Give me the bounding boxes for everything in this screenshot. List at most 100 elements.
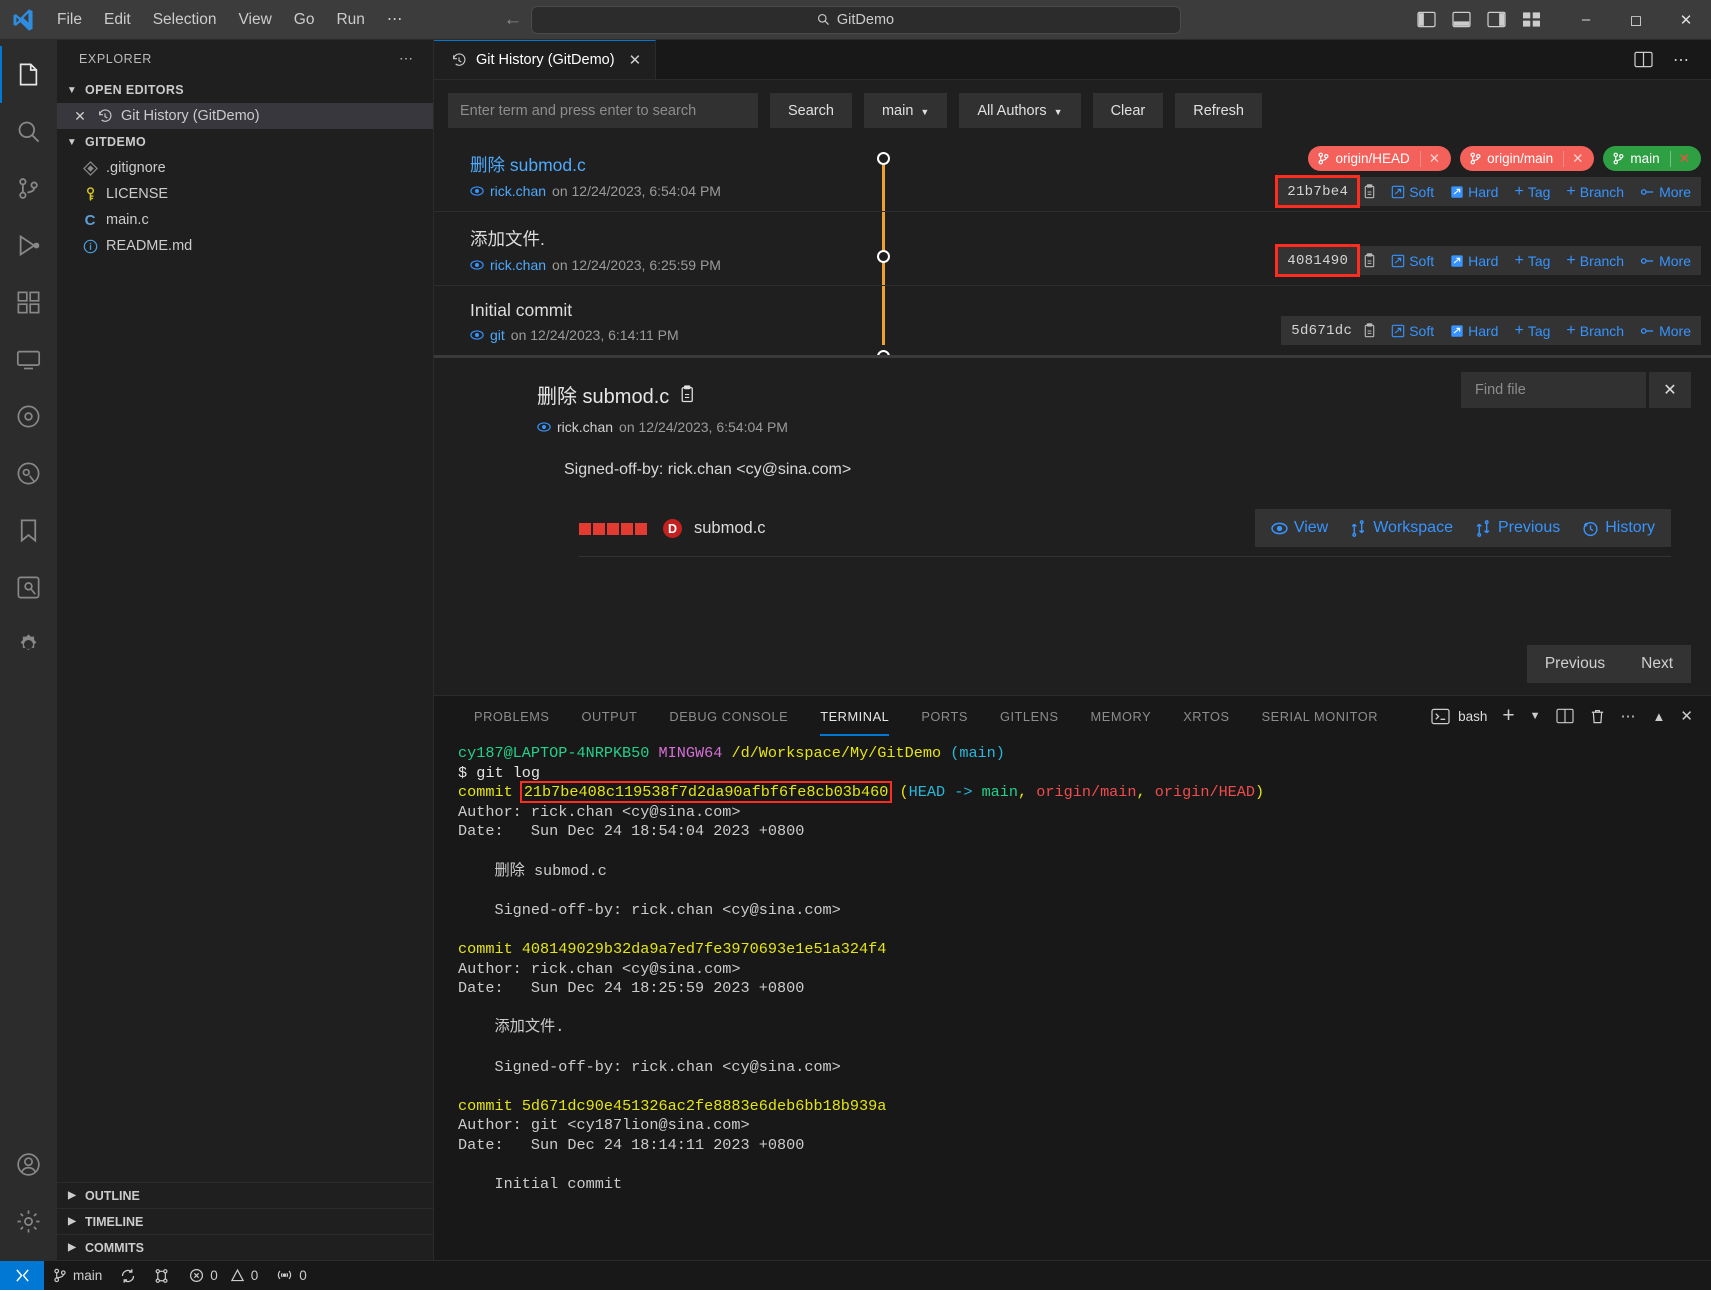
workspace-folder-section[interactable]: ▼ GITDEMO [57,129,433,155]
file-item-license[interactable]: LICENSE [57,181,433,207]
tag-button[interactable]: + Tag [1506,252,1558,270]
compare-workspace-button[interactable]: Workspace [1342,519,1461,537]
previous-page-button[interactable]: Previous [1527,655,1623,673]
toggle-panel-icon[interactable] [1452,11,1471,28]
back-arrow-icon[interactable]: ← [503,9,522,31]
soft-reset-button[interactable]: Soft [1383,323,1442,339]
split-terminal-icon[interactable] [1555,708,1574,724]
activity-bar[interactable] [0,40,57,1260]
soft-reset-button[interactable]: Soft [1383,184,1442,200]
menu-more[interactable]: ⋯ [376,6,414,33]
activity-extensions-icon[interactable] [0,274,57,331]
soft-reset-button[interactable]: Soft [1383,253,1442,269]
window-minimize-button[interactable]: – [1561,0,1611,40]
open-editors-section[interactable]: ▼ OPEN EDITORS [57,77,433,103]
status-branch[interactable]: main [44,1261,111,1290]
commits-section[interactable]: ▶ COMMITS [57,1234,433,1260]
tab-terminal[interactable]: TERMINAL [804,696,905,736]
timeline-section[interactable]: ▶ TIMELINE [57,1208,433,1234]
ref-chip-origin-main[interactable]: origin/main ✕ [1460,146,1595,171]
hard-reset-button[interactable]: Hard [1442,184,1506,200]
copy-hash-icon[interactable] [1362,322,1383,339]
panel-more-actions-icon[interactable]: ⋯ [1621,707,1638,725]
terminal-output[interactable]: cy187@LAPTOP-4NRPKB50 MINGW64 /d/Workspa… [434,736,1711,1260]
status-problems[interactable]: 0 0 [180,1261,267,1290]
tag-button[interactable]: + Tag [1506,322,1558,340]
tab-serial-monitor[interactable]: SERIAL MONITOR [1246,696,1395,736]
editor-more-actions-icon[interactable]: ⋯ [1673,50,1691,70]
close-detail-button[interactable]: ✕ [1649,372,1691,408]
file-item-readme-md[interactable]: README.md [57,233,433,259]
status-ports[interactable]: 0 [267,1261,316,1290]
commit-row[interactable]: Initial commit git on 12/24/2023, 6:14:1… [434,286,1711,355]
commit-row[interactable]: 添加文件. rick.chan on 12/24/2023, 6:25:59 P… [434,212,1711,286]
customize-layout-icon[interactable] [1522,11,1541,28]
active-terminal-chip[interactable]: bash [1431,708,1487,725]
tab-ports[interactable]: PORTS [905,696,984,736]
activity-run-debug-icon[interactable] [0,217,57,274]
activity-test-icon[interactable] [0,559,57,616]
commit-hash[interactable]: 5d671dc [1281,323,1362,339]
toggle-primary-sidebar-icon[interactable] [1417,11,1436,28]
kill-terminal-icon[interactable] [1589,708,1606,725]
find-file-input[interactable] [1461,372,1646,408]
file-history-button[interactable]: History [1574,519,1663,537]
commit-row[interactable]: 删除 submod.c rick.chan on 12/24/2023, 6:5… [434,138,1711,212]
more-button[interactable]: More [1632,184,1701,200]
commit-hash[interactable]: 4081490 [1277,253,1358,269]
tab-close-icon[interactable]: ✕ [629,51,642,69]
ref-chip-origin-head[interactable]: origin/HEAD ✕ [1308,146,1452,171]
ref-chip-main[interactable]: main ✕ [1603,146,1701,171]
clear-button[interactable]: Clear [1092,93,1164,128]
tab-output[interactable]: OUTPUT [566,696,654,736]
close-icon[interactable]: ✕ [71,108,89,125]
tab-git-history[interactable]: Git History (GitDemo) ✕ [434,40,657,79]
window-close-button[interactable]: ✕ [1661,0,1711,40]
activity-accounts-icon[interactable] [0,1136,57,1193]
activity-settings-gear-icon[interactable] [0,1193,57,1250]
activity-search-icon[interactable] [0,103,57,160]
clipboard-icon[interactable] [679,385,696,404]
compare-previous-button[interactable]: Previous [1467,519,1568,537]
tab-xrtos[interactable]: XRTOS [1167,696,1245,736]
remove-ref-icon[interactable]: ✕ [1669,150,1699,167]
search-button[interactable]: Search [770,93,852,128]
hard-reset-button[interactable]: Hard [1442,323,1506,339]
status-sync[interactable] [111,1261,145,1290]
maximize-panel-icon[interactable]: ▲ [1653,709,1666,724]
authors-filter-dropdown[interactable]: All Authors ▼ [959,93,1081,128]
tab-debug-console[interactable]: DEBUG CONSOLE [653,696,804,736]
activity-source-control-icon[interactable] [0,160,57,217]
copy-hash-icon[interactable] [1358,183,1383,200]
branch-button[interactable]: + Branch [1558,183,1632,201]
next-page-button[interactable]: Next [1623,655,1691,673]
activity-rtos-icon[interactable] [0,445,57,502]
menu-run[interactable]: Run [325,7,375,33]
file-item-main-c[interactable]: C main.c [57,207,433,233]
command-center-search[interactable]: GitDemo [530,5,1181,34]
remove-ref-icon[interactable]: ✕ [1419,150,1449,167]
activity-timeline-icon[interactable] [0,388,57,445]
tab-gitlens[interactable]: GITLENS [984,696,1075,736]
branch-filter-dropdown[interactable]: main ▼ [863,93,948,128]
menu-file[interactable]: File [46,7,93,33]
file-item-gitignore[interactable]: .gitignore [57,155,433,181]
tab-memory[interactable]: MEMORY [1075,696,1168,736]
window-maximize-button[interactable]: ◻ [1611,0,1661,40]
changed-file-row[interactable]: D submod.c View Workspace Previous Histo… [579,509,1671,557]
commit-hash[interactable]: 21b7be4 [1277,184,1358,200]
toggle-secondary-sidebar-icon[interactable] [1487,11,1506,28]
open-editor-item-git-history[interactable]: ✕ Git History (GitDemo) [57,103,433,129]
changed-file-name[interactable]: submod.c [694,519,766,538]
menu-selection[interactable]: Selection [142,7,228,33]
activity-bookmarks-icon[interactable] [0,502,57,559]
more-button[interactable]: More [1632,323,1701,339]
menu-view[interactable]: View [227,7,282,33]
tag-button[interactable]: + Tag [1506,183,1558,201]
activity-explorer-icon[interactable] [0,46,57,103]
close-panel-icon[interactable]: ✕ [1680,707,1693,725]
menu-edit[interactable]: Edit [93,7,142,33]
remove-ref-icon[interactable]: ✕ [1563,150,1592,167]
copy-hash-icon[interactable] [1358,252,1383,269]
hard-reset-button[interactable]: Hard [1442,253,1506,269]
